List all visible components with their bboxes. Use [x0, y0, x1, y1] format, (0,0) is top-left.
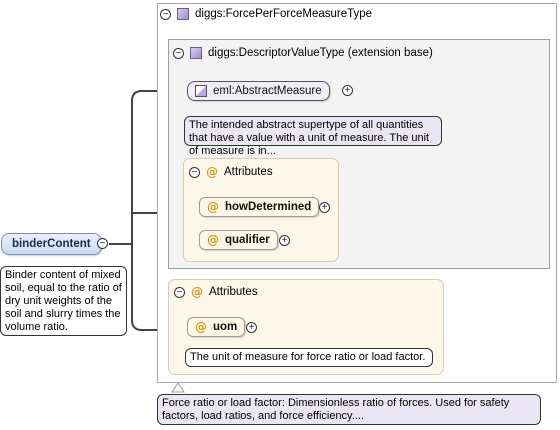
abstract-measure-label: eml:AbstractMeasure — [213, 85, 322, 97]
qualifier-expand-toggle[interactable]: + — [279, 235, 290, 246]
attribute-at-icon: @ — [206, 165, 218, 179]
attribute-at-icon: @ — [207, 233, 219, 247]
abstract-measure-element[interactable]: eml:AbstractMeasure — [187, 81, 330, 101]
inner-attributes-title: Attributes — [224, 166, 273, 178]
outer-attributes-title: Attributes — [209, 286, 258, 298]
outer-attributes-collapse-toggle[interactable]: − — [174, 286, 185, 298]
root-element-binder-content[interactable]: binderContent — [1, 233, 102, 255]
root-element-doc: Binder content of mixed soil, equal to t… — [0, 266, 127, 336]
inner-type-header: − diggs:DescriptorValueType (extension b… — [173, 47, 433, 59]
complex-type-icon — [190, 47, 202, 59]
attribute-how-determined-label: howDetermined — [225, 201, 312, 213]
attribute-at-icon: @ — [207, 200, 219, 214]
inner-attributes-collapse-toggle[interactable]: − — [189, 166, 200, 178]
outer-type-header: − diggs:ForcePerForceMeasureType — [160, 8, 372, 20]
inner-type-title: diggs:DescriptorValueType (extension bas… — [208, 47, 433, 59]
inner-attributes-header: − @ Attributes — [189, 166, 273, 178]
outer-type-title: diggs:ForcePerForceMeasureType — [195, 8, 373, 20]
outer-attributes-header: − @ Attributes — [174, 286, 258, 298]
attribute-at-icon: @ — [195, 320, 207, 334]
attribute-qualifier-label: qualifier — [225, 234, 270, 246]
attribute-how-determined[interactable]: @ howDetermined — [199, 197, 320, 217]
abstract-element-icon — [195, 85, 207, 97]
attribute-at-icon: @ — [191, 285, 203, 299]
outer-type-pointer — [171, 382, 185, 393]
attribute-uom-label: uom — [213, 321, 238, 333]
root-element-collapse-toggle[interactable]: − — [97, 238, 108, 249]
inner-type-collapse-toggle[interactable]: − — [173, 47, 184, 59]
uom-doc: The unit of measure for force ratio or l… — [185, 348, 433, 367]
outer-type-doc: Force ratio or load factor: Dimensionles… — [157, 394, 541, 425]
abstract-measure-doc: The intended abstract supertype of all q… — [184, 116, 442, 157]
root-element-label: binderContent — [12, 238, 91, 250]
abstract-measure-expand-toggle[interactable]: + — [342, 85, 353, 96]
outer-type-collapse-toggle[interactable]: − — [160, 8, 171, 20]
complex-type-icon — [177, 8, 189, 20]
uom-expand-toggle[interactable]: + — [246, 322, 257, 333]
attribute-uom[interactable]: @ uom — [187, 317, 246, 337]
how-determined-expand-toggle[interactable]: + — [319, 202, 330, 213]
attribute-qualifier[interactable]: @ qualifier — [199, 230, 278, 250]
